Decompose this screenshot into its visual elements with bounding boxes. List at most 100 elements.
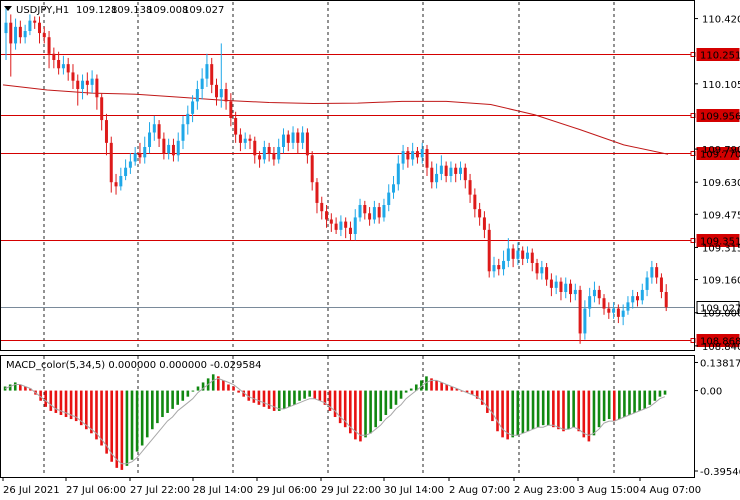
candle-body xyxy=(535,263,539,274)
candle-body xyxy=(334,223,338,230)
macd-bar xyxy=(130,390,134,460)
candle-body xyxy=(277,147,281,160)
candle-body xyxy=(162,138,166,154)
macd-bar xyxy=(516,390,520,436)
macd-bar xyxy=(145,390,149,438)
macd-bar xyxy=(272,390,276,411)
candle-body xyxy=(37,22,41,34)
candle-body xyxy=(57,60,61,69)
candle-body xyxy=(4,22,8,34)
candle-body xyxy=(655,267,659,278)
macd-bar xyxy=(277,390,281,411)
candle-body xyxy=(195,89,199,102)
candle-body xyxy=(109,142,113,183)
macd-bar xyxy=(633,390,636,413)
candle-body xyxy=(281,134,285,147)
macd-bar xyxy=(85,390,88,430)
candle-body xyxy=(564,283,568,292)
macd-bar xyxy=(435,380,438,391)
y-tick-label: 110.105 xyxy=(702,80,740,91)
macd-bar xyxy=(582,390,586,438)
candle-body xyxy=(191,101,195,114)
macd-bar xyxy=(496,390,499,432)
candle-body xyxy=(291,132,295,143)
candle-body xyxy=(219,89,223,98)
candle-body xyxy=(506,248,510,261)
macd-bar xyxy=(531,390,535,430)
y-tick-label: 109.475 xyxy=(702,210,740,221)
candle-body xyxy=(143,147,147,158)
y-tick-label: 109.160 xyxy=(702,276,740,287)
candle-body xyxy=(626,302,630,311)
macd-bar xyxy=(161,390,164,418)
candle-body xyxy=(401,151,405,164)
candle-body xyxy=(396,163,400,185)
macd-bar xyxy=(90,390,93,434)
macd-bar xyxy=(369,390,372,434)
y-tick-label: 109.630 xyxy=(702,178,740,189)
y-tick-label: 110.420 xyxy=(702,15,740,26)
candle-body xyxy=(478,209,482,218)
macd-bar xyxy=(298,390,301,401)
candle-body xyxy=(358,205,362,218)
candle-body xyxy=(171,144,175,156)
candle-body xyxy=(114,182,118,187)
candle-body xyxy=(353,217,357,234)
candle-body xyxy=(583,308,587,334)
candle-body xyxy=(588,296,592,309)
macd-bar xyxy=(181,390,185,401)
y-tick-label: 109.000 xyxy=(702,309,740,320)
candle-body xyxy=(372,207,376,220)
candle-body xyxy=(511,248,515,259)
candle-body xyxy=(636,296,640,301)
candle-body xyxy=(258,155,262,160)
usdjpy-h1-chart[interactable]: 110.251109.956109.770109.351109.027108.8… xyxy=(0,0,740,500)
macd-bar xyxy=(648,390,652,405)
candle-body xyxy=(128,161,132,168)
macd-bar xyxy=(8,384,12,391)
macd-bar xyxy=(13,382,17,391)
y-tick-label: 108.840 xyxy=(702,342,740,353)
candle-body xyxy=(344,221,348,228)
candle-body xyxy=(502,260,506,270)
candle-body xyxy=(377,207,381,218)
candle-body xyxy=(435,173,439,183)
macd-bar xyxy=(643,390,647,409)
macd-bar xyxy=(572,390,575,428)
candle-body xyxy=(229,101,233,118)
candle-body xyxy=(420,149,424,158)
candle-body xyxy=(411,151,415,160)
candle-body xyxy=(152,124,156,133)
candle-body xyxy=(186,113,190,125)
candle-body xyxy=(631,296,635,303)
chart-title: USDJPY,H1 xyxy=(16,5,69,16)
macd-bar xyxy=(577,390,581,432)
macd-bar xyxy=(384,390,388,415)
candle-body xyxy=(439,165,443,174)
candle-body xyxy=(42,33,46,38)
candle-body xyxy=(14,26,18,44)
macd-bar xyxy=(166,390,169,413)
candle-body xyxy=(463,167,467,181)
macd-title: MACD_color(5,34,5) 0.000000 0.000000 -0.… xyxy=(6,360,262,371)
macd-bar xyxy=(389,390,393,409)
candle-body xyxy=(215,84,219,98)
macd-bar xyxy=(486,390,489,413)
macd-bar xyxy=(638,390,641,411)
macd-bar xyxy=(663,390,667,395)
macd-bar xyxy=(399,390,403,399)
x-tick-label: 28 Jul 14:00 xyxy=(193,485,253,496)
candle-body xyxy=(597,289,601,299)
x-tick-label: 2 Aug 07:00 xyxy=(449,485,510,496)
macd-bar xyxy=(394,390,398,405)
macd-bar xyxy=(546,390,550,426)
candle-body xyxy=(449,167,453,176)
macd-bar xyxy=(374,390,377,428)
macd-bar xyxy=(552,390,555,428)
candle-body xyxy=(540,267,544,274)
candle-body xyxy=(157,124,161,139)
candle-body xyxy=(621,310,625,317)
candle-body xyxy=(392,184,396,193)
candle-body xyxy=(81,80,85,89)
candle-body xyxy=(482,217,486,230)
